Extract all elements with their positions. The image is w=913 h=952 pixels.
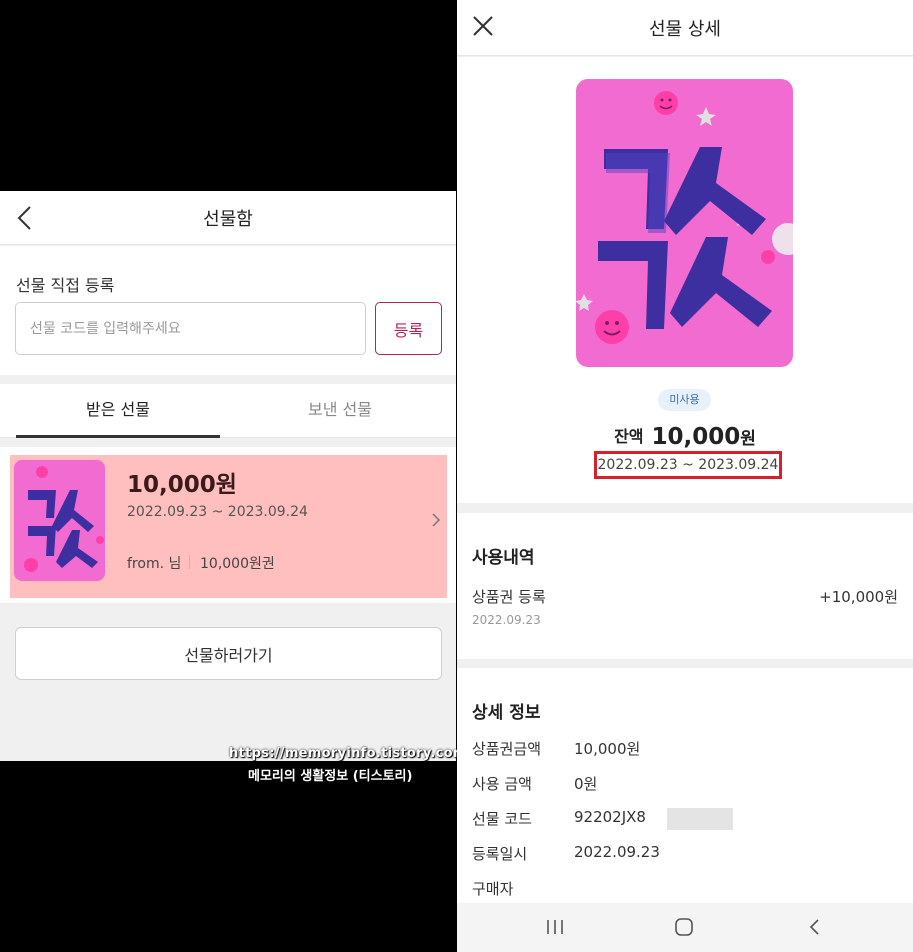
gift-box-header: 선물함	[0, 191, 456, 245]
detail-key: 선물 코드	[472, 810, 532, 828]
balance-unit: 원	[740, 429, 756, 449]
gift-box-screen: 선물함 선물 직접 등록 등록 받은 선물 보낸 선물	[0, 191, 466, 761]
history-item-amount: +10,000원	[819, 588, 898, 606]
gift-validity-period: 2022.09.23 ~ 2023.09.24	[127, 504, 308, 520]
gift-amount: 10,000원	[127, 472, 237, 498]
detail-key: 사용 금액	[472, 775, 532, 793]
gift-thumbnail	[14, 460, 105, 581]
gift-detail-header: 선물 상세	[457, 0, 913, 56]
detail-key: 구매자	[472, 880, 514, 898]
detail-row: 등록일시 2022.09.23	[472, 843, 902, 867]
gift-code-mask	[667, 808, 733, 830]
divider	[189, 555, 190, 569]
history-item-name: 상품권 등록	[472, 588, 546, 606]
tab-sent-gifts[interactable]: 보낸 선물	[238, 384, 442, 438]
detail-key: 상품권금액	[472, 740, 542, 758]
page-title: 선물 상세	[649, 19, 721, 40]
balance-value: 10,000	[651, 424, 741, 450]
received-gift-list: 10,000원 2022.09.23 ~ 2023.09.24 from. 님 …	[0, 447, 456, 603]
direct-register-label: 선물 직접 등록	[16, 276, 115, 295]
watermark-blog-name: 메모리의 생활정보 (티스토리)	[248, 769, 413, 784]
gift-summary: 미사용 잔액 10,000원 2022.09.23 ~ 2023.09.24	[457, 57, 913, 503]
recent-apps-icon[interactable]	[544, 917, 566, 937]
gift-card-image	[576, 79, 793, 367]
tab-received-gifts[interactable]: 받은 선물	[16, 384, 220, 438]
home-icon[interactable]	[673, 917, 695, 937]
balance-label: 잔액	[614, 427, 644, 446]
back-icon[interactable]	[804, 917, 826, 937]
balance: 잔액 10,000원	[457, 423, 913, 450]
gift-sender: from. 님	[127, 556, 182, 572]
detail-info-title: 상세 정보	[472, 703, 541, 723]
status-badge: 미사용	[658, 389, 711, 411]
detail-value: 0원	[574, 775, 598, 793]
detail-info-section: 상세 정보 상품권금액 10,000원 사용 금액 0원 선물 코드 92202…	[457, 668, 913, 903]
gift-tabs: 받은 선물 보낸 선물	[0, 384, 456, 438]
page-title: 선물함	[203, 209, 253, 230]
gift-voucher-type: 10,000원권	[200, 556, 275, 572]
register-button[interactable]: 등록	[375, 302, 442, 355]
chevron-right-icon	[432, 513, 441, 527]
history-item-date: 2022.09.23	[472, 613, 541, 627]
watermark-url: https://memoryinfo.tistory.com	[229, 746, 467, 761]
detail-key: 등록일시	[472, 845, 528, 863]
gift-list-item[interactable]: 10,000원 2022.09.23 ~ 2023.09.24 from. 님 …	[10, 455, 447, 598]
gift-detail-screen: 선물 상세 미사용 잔액 10,000원 2022.09.23 ~ 2023.0…	[457, 0, 913, 952]
gift-code-input[interactable]	[15, 302, 366, 355]
usage-history-section: 사용내역 상품권 등록 +10,000원 2022.09.23	[457, 513, 913, 659]
detail-row: 사용 금액 0원	[472, 773, 902, 797]
gift-code-value: 92202JX8	[574, 808, 646, 826]
detail-value: 10,000원	[574, 740, 641, 758]
usage-history-title: 사용내역	[472, 548, 535, 568]
detail-row: 선물 코드 92202JX8	[472, 808, 902, 832]
system-navigation-bar	[457, 903, 913, 952]
direct-register-section: 선물 직접 등록 등록	[0, 246, 456, 375]
detail-row: 구매자	[472, 878, 902, 902]
go-to-gift-button[interactable]: 선물하러가기	[15, 627, 442, 680]
validity-period-highlight: 2022.09.23 ~ 2023.09.24	[594, 451, 782, 479]
detail-value: 2022.09.23	[574, 843, 660, 861]
detail-row: 상품권금액 10,000원	[472, 738, 902, 762]
